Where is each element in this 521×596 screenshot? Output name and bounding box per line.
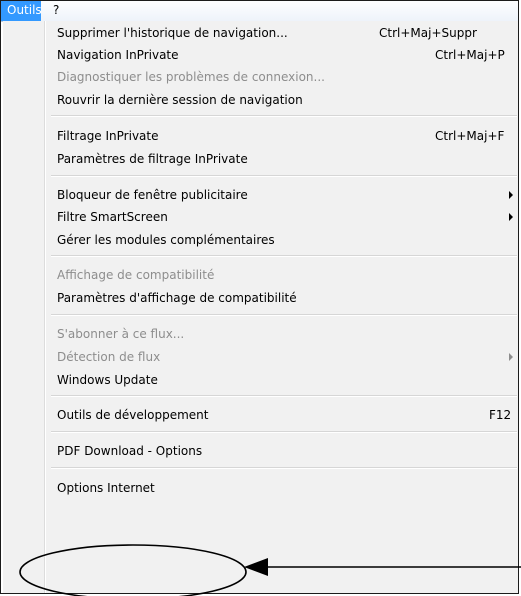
shortcut-developer-tools: F12	[489, 408, 512, 422]
submenu-arrow-icon	[509, 353, 513, 361]
tools-dropdown-menu: Supprimer l'historique de navigation... …	[3, 21, 518, 593]
menu-item-subscribe-feed: S'abonner à ce flux...	[57, 327, 185, 341]
menu-item-internet-options[interactable]: Options Internet	[57, 478, 155, 498]
shortcut-inprivate-filtering: Ctrl+Maj+F	[435, 129, 505, 143]
menu-item-diagnose-connection: Diagnostiquer les problèmes de connexion…	[57, 70, 325, 84]
menu-item-inprivate-filtering-settings[interactable]: Paramètres de filtrage InPrivate	[57, 149, 248, 169]
shortcut-inprivate-browsing: Ctrl+Maj+P	[435, 48, 505, 62]
menu-item-windows-update[interactable]: Windows Update	[57, 370, 158, 390]
menu-item-developer-tools[interactable]: Outils de développement	[57, 405, 208, 425]
menu-gutter-highlight	[45, 21, 46, 593]
window-frame: Outils ? Supprimer l'historique de navig…	[0, 0, 519, 594]
menu-item-compatibility-view: Affichage de compatibilité	[57, 268, 215, 282]
menu-separator	[51, 467, 517, 469]
menu-item-feed-discovery: Détection de flux	[57, 350, 161, 364]
menu-item-reopen-session[interactable]: Rouvrir la dernière session de navigatio…	[57, 90, 303, 110]
shortcut-delete-history: Ctrl+Maj+Suppr	[379, 26, 477, 40]
menu-item-inprivate-filtering[interactable]: Filtrage InPrivate	[57, 126, 158, 146]
menu-item-smartscreen-filter[interactable]: Filtre SmartScreen	[57, 207, 168, 227]
menu-separator	[51, 395, 517, 397]
submenu-arrow-icon	[509, 191, 513, 199]
menu-separator	[51, 175, 517, 177]
menu-separator	[51, 255, 517, 257]
menu-help[interactable]: ?	[53, 1, 59, 21]
menu-outils[interactable]: Outils	[1, 1, 42, 21]
menu-item-compatibility-settings[interactable]: Paramètres d'affichage de compatibilité	[57, 288, 297, 308]
menu-item-popup-blocker[interactable]: Bloqueur de fenêtre publicitaire	[57, 185, 248, 205]
menu-separator	[51, 314, 517, 316]
menu-item-manage-addons[interactable]: Gérer les modules complémentaires	[57, 230, 275, 250]
submenu-arrow-icon	[509, 213, 513, 221]
menu-bar: Outils ?	[1, 1, 518, 22]
menu-separator	[51, 431, 517, 433]
menu-item-pdf-download-options[interactable]: PDF Download - Options	[57, 441, 202, 461]
menu-item-inprivate-browsing[interactable]: Navigation InPrivate	[57, 45, 179, 65]
menu-item-delete-history[interactable]: Supprimer l'historique de navigation...	[57, 23, 288, 43]
menu-separator	[51, 115, 517, 117]
